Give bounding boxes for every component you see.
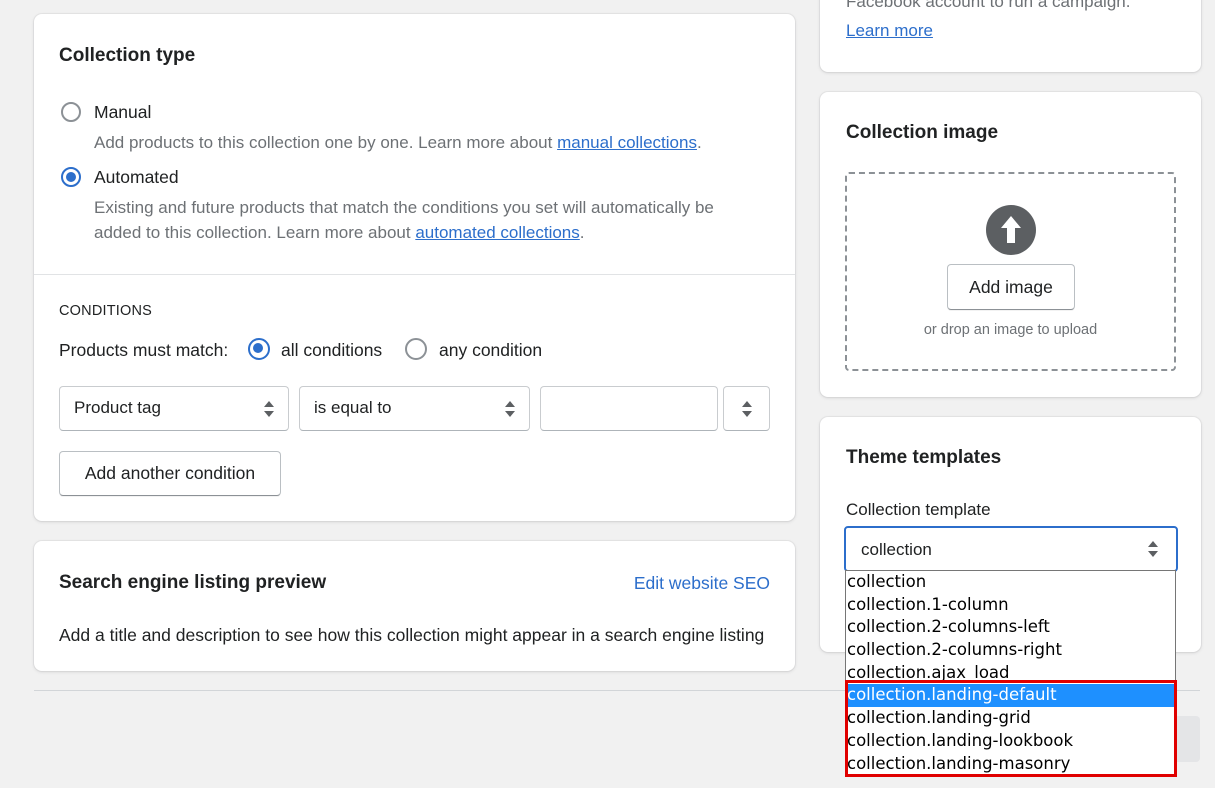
collection-template-select[interactable]: collection [844,526,1178,572]
automated-collections-link[interactable]: automated collections [415,223,579,242]
add-image-button[interactable]: Add image [947,264,1075,310]
automated-description-line2: added to this collection. Learn more abo… [94,223,411,242]
seo-card: Search engine listing preview Edit websi… [34,541,795,671]
collection-template-label: Collection template [846,500,991,519]
template-option[interactable]: collection.2-columns-right [846,639,1175,662]
collection-image-card: Collection image Add image or drop an im… [820,92,1201,397]
automated-description-line1: Existing and future products that match … [94,198,714,217]
condition-field-value: Product tag [74,398,161,417]
automated-label[interactable]: Automated [94,167,179,188]
seo-title: Search engine listing preview [59,572,327,593]
manual-collections-link[interactable]: manual collections [557,133,697,152]
template-option[interactable]: collection.2-columns-left [846,616,1175,639]
theme-templates-title: Theme templates [846,447,1002,468]
all-conditions-label[interactable]: all conditions [281,340,382,361]
template-option[interactable]: collection.landing-grid [846,707,1175,730]
template-option[interactable]: collection.landing-masonry [846,753,1175,776]
dropzone-hint: or drop an image to upload [923,322,1098,338]
edit-website-seo-link[interactable]: Edit website SEO [634,573,770,594]
automated-description-line2-wrap: added to this collection. Learn more abo… [94,220,774,245]
period: . [579,223,585,242]
any-condition-label[interactable]: any condition [439,340,542,361]
template-option[interactable]: collection.1-column [846,594,1175,617]
select-arrows-icon [742,400,752,417]
condition-value-input[interactable] [540,386,718,431]
manual-radio[interactable] [61,102,81,122]
collection-template-dropdown: collection collection.1-column collectio… [845,570,1176,776]
condition-field-select[interactable]: Product tag [59,386,289,431]
facebook-card: Facebook account to run a campaign. Lear… [820,0,1201,72]
any-condition-radio[interactable] [405,338,427,360]
automated-radio[interactable] [61,167,81,187]
conditions-heading: CONDITIONS [59,303,153,319]
all-conditions-radio[interactable] [248,338,270,360]
condition-operator-value: is equal to [314,398,392,417]
image-dropzone[interactable]: Add image or drop an image to upload [845,172,1176,371]
select-arrows-icon [1148,541,1158,557]
condition-operator-select[interactable]: is equal to [299,386,530,431]
seo-description: Add a title and description to see how t… [59,625,765,645]
manual-label[interactable]: Manual [94,102,151,123]
condition-value-stepper[interactable] [723,386,770,431]
collection-type-card: Collection type Manual Add products to t… [34,14,795,521]
collection-type-title: Collection type [59,45,196,66]
template-option[interactable]: collection.landing-lookbook [846,730,1175,753]
template-option[interactable]: collection [846,571,1175,594]
collection-template-value: collection [861,540,932,559]
collection-image-title: Collection image [846,122,999,143]
arrow-up-circle-icon [986,205,1036,255]
facebook-learn-more-link[interactable]: Learn more [846,21,933,41]
must-match-label: Products must match: [59,340,229,360]
manual-description: Add products to this collection one by o… [94,130,702,155]
facebook-partial-text: Facebook account to run a campaign. [846,0,1131,11]
add-another-condition-button[interactable]: Add another condition [59,451,281,496]
arrow-up-glyph [1001,216,1021,243]
automated-description: Existing and future products that match … [94,195,774,245]
manual-description-text: Add products to this collection one by o… [94,133,553,152]
select-arrows-icon [505,400,515,417]
period: . [696,133,702,152]
section-divider [34,274,795,275]
template-option[interactable]: collection.ajax_load [846,662,1175,685]
template-option-highlighted[interactable]: collection.landing-default [846,684,1175,708]
select-arrows-icon [264,400,274,417]
